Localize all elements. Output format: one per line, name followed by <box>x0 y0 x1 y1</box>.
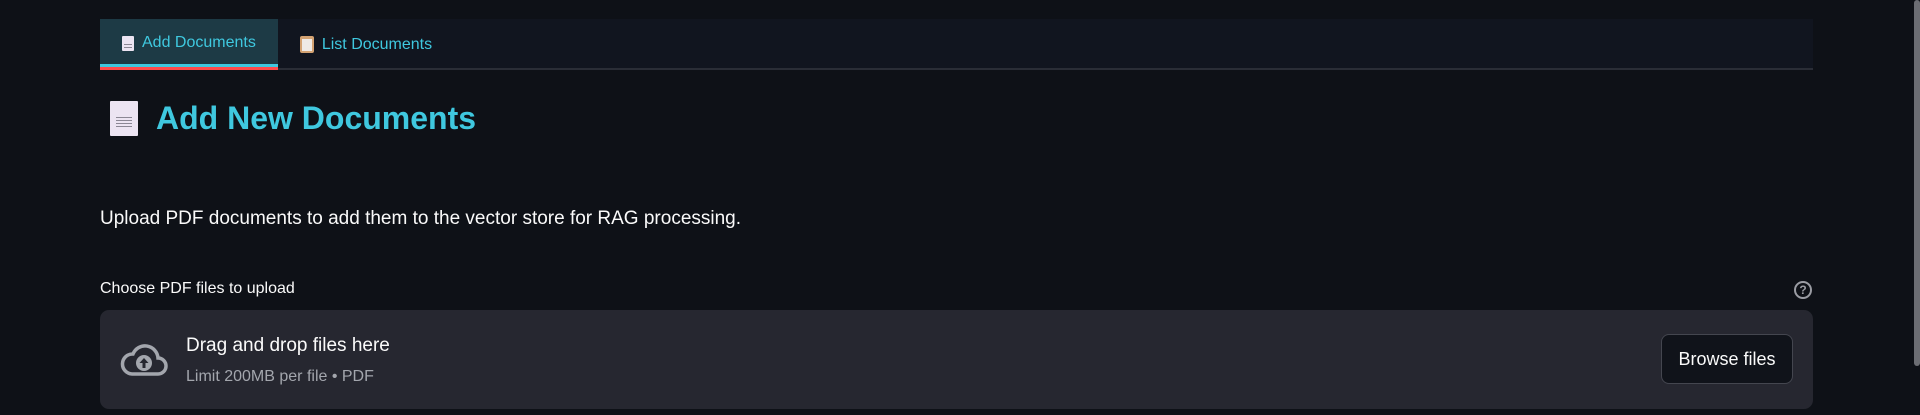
clipboard-icon <box>299 36 314 53</box>
cloud-upload-icon <box>120 344 168 376</box>
uploader-label: Choose PDF files to upload <box>100 280 295 297</box>
file-dropzone[interactable]: Drag and drop files here Limit 200MB per… <box>100 310 1813 409</box>
description: Upload PDF documents to add them to the … <box>100 208 742 229</box>
tab-bar: Add Documents List Documents <box>100 19 1813 70</box>
page-title: Add New Documents <box>110 100 476 137</box>
drop-title: Drag and drop files here <box>186 335 390 356</box>
scrollbar[interactable] <box>1914 0 1920 366</box>
browse-files-button[interactable]: Browse files <box>1661 334 1793 384</box>
tab-label: Add Documents <box>142 34 256 51</box>
page-title-text: Add New Documents <box>156 100 477 136</box>
tab-label: List Documents <box>321 35 433 53</box>
tab-list-documents[interactable]: List Documents <box>278 19 454 70</box>
page-icon <box>110 101 138 136</box>
page-icon <box>122 35 134 51</box>
tab-add-documents[interactable]: Add Documents <box>100 19 278 70</box>
drop-hint: Limit 200MB per file • PDF <box>186 368 374 385</box>
help-icon[interactable]: ? <box>1794 281 1812 299</box>
